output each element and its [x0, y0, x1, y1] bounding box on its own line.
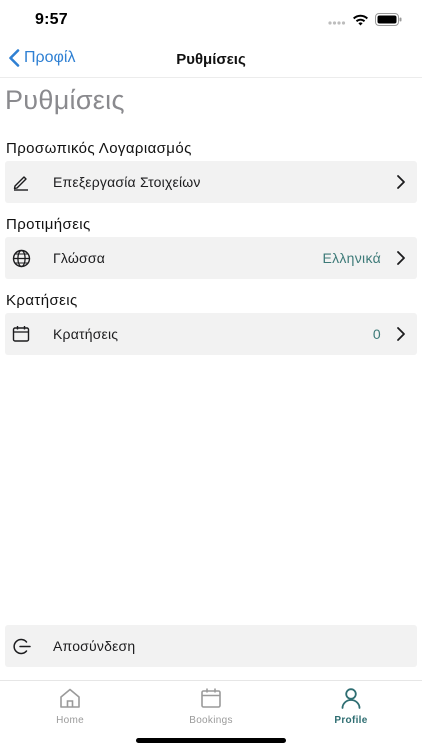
- chevron-right-icon: [397, 175, 405, 189]
- edit-details-row[interactable]: Επεξεργασία Στοιχείων: [5, 161, 417, 203]
- chevron-left-icon: [9, 49, 20, 67]
- tab-home[interactable]: Home: [20, 687, 120, 726]
- signal-icon: [328, 13, 346, 31]
- bookings-row[interactable]: Κρατήσεις 0: [5, 313, 417, 355]
- language-value: Ελληνικά: [322, 250, 381, 266]
- tab-home-label: Home: [56, 715, 84, 726]
- status-bar: 9:57: [0, 0, 422, 44]
- bookings-label: Κρατήσεις: [53, 326, 119, 342]
- pencil-icon: [11, 172, 31, 192]
- back-button[interactable]: Προφίλ: [8, 49, 75, 67]
- language-label: Γλώσσα: [53, 250, 106, 266]
- calendar-icon: [201, 688, 221, 708]
- battery-icon: [375, 13, 402, 31]
- section-header-preferences: Προτιμήσεις: [6, 216, 91, 233]
- status-icons: [328, 13, 402, 31]
- edit-details-label: Επεξεργασία Στοιχείων: [53, 174, 201, 190]
- page-title: Ρυθμίσεις: [5, 85, 125, 115]
- status-time: 9:57: [35, 11, 68, 28]
- tab-bookings[interactable]: Bookings: [161, 687, 261, 726]
- home-icon: [60, 688, 80, 708]
- navigation-bar: Προφίλ Ρυθμίσεις: [0, 44, 422, 78]
- person-icon: [341, 688, 361, 709]
- section-header-bookings: Κρατήσεις: [6, 292, 78, 309]
- logout-label: Αποσύνδεση: [53, 638, 136, 654]
- home-indicator: [136, 738, 286, 743]
- chevron-right-icon: [397, 327, 405, 341]
- calendar-icon: [11, 324, 31, 344]
- tab-profile[interactable]: Profile: [301, 687, 401, 726]
- tab-bookings-label: Bookings: [189, 715, 233, 726]
- settings-screen: 9:57 Προφίλ Ρυθμίσεις Ρυθμίσεις Προσωπικ…: [0, 0, 422, 750]
- chevron-right-icon: [397, 251, 405, 265]
- language-row[interactable]: Γλώσσα Ελληνικά: [5, 237, 417, 279]
- globe-icon: [11, 248, 31, 268]
- wifi-icon: [352, 13, 369, 31]
- back-button-label: Προφίλ: [24, 49, 76, 66]
- logout-button[interactable]: Αποσύνδεση: [5, 625, 417, 667]
- section-header-account: Προσωπικός Λογαριασμός: [6, 140, 192, 157]
- tab-profile-label: Profile: [334, 715, 368, 726]
- logout-icon: [11, 636, 31, 656]
- bookings-count: 0: [372, 326, 381, 342]
